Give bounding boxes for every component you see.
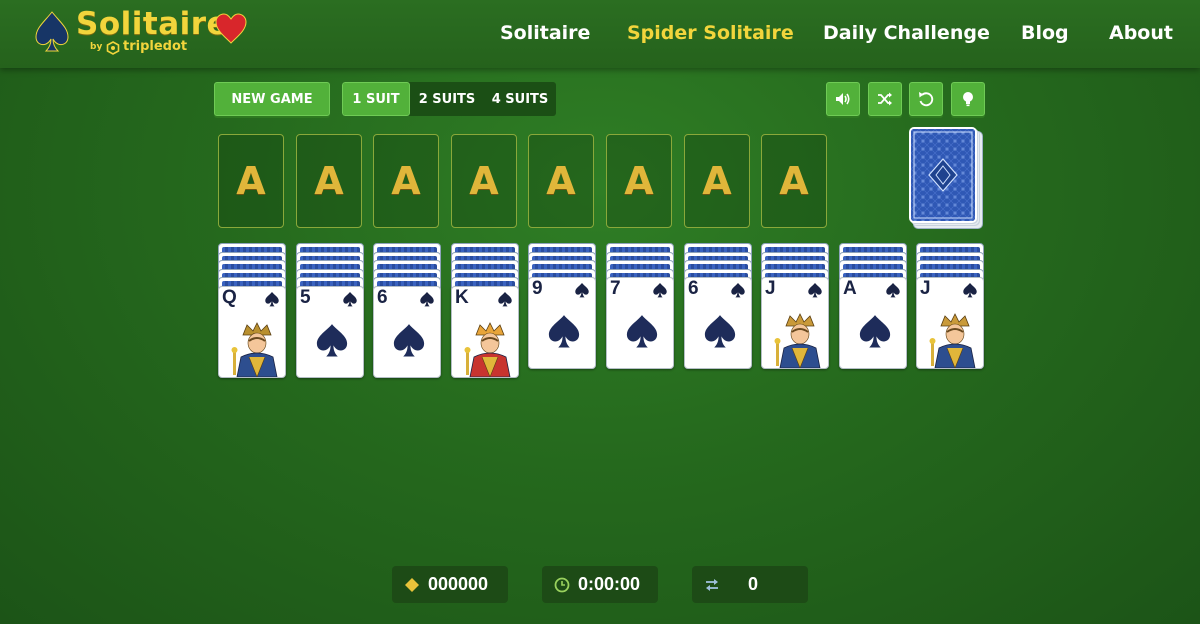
shuffle-button[interactable] [868, 82, 902, 116]
card-rank: 5 [300, 287, 311, 308]
moves-arrows-icon [706, 578, 718, 591]
card-rank: Q [222, 287, 237, 308]
moves-value: 0 [748, 574, 759, 594]
face-up-card[interactable]: 5 [296, 286, 364, 378]
card-rank: 6 [377, 287, 388, 308]
foundation-slot[interactable]: A [451, 134, 517, 228]
face-up-card[interactable]: J [916, 277, 984, 369]
foundation-slot[interactable]: A [528, 134, 594, 228]
hint-button[interactable] [951, 82, 985, 116]
jack-portrait [772, 306, 828, 368]
foundation-label: A [779, 159, 809, 203]
logo-brand: tripledot [123, 39, 188, 54]
foundation-slot[interactable]: A [761, 134, 827, 228]
face-up-card[interactable]: A [839, 277, 907, 369]
spade-pip-icon [704, 315, 736, 348]
one-suit-button[interactable]: 1 SUIT [342, 82, 410, 116]
spade-suit-icon [420, 291, 434, 307]
tripledot-icon [106, 41, 120, 55]
nav-spider-solitaire[interactable]: Spider Solitaire [627, 22, 794, 44]
nav-about[interactable]: About [1109, 22, 1173, 44]
nav-blog[interactable]: Blog [1021, 22, 1069, 44]
spade-suit-icon [886, 282, 900, 298]
foundation-slot[interactable]: A [218, 134, 284, 228]
foundation-slot[interactable]: A [606, 134, 672, 228]
logo[interactable]: Solitaire by tripledot [34, 6, 254, 62]
foundation-label: A [546, 159, 576, 203]
foundation-slot[interactable]: A [373, 134, 439, 228]
foundation-label: A [236, 159, 266, 203]
time-value: 0:00:00 [578, 574, 641, 594]
queen-portrait [229, 315, 285, 377]
logo-title: Solitaire [76, 6, 229, 42]
king-portrait [462, 315, 518, 377]
heart-logo-icon [215, 13, 247, 44]
spade-pip-icon [393, 324, 425, 357]
foundation-label: A [391, 159, 421, 203]
score-value: 000000 [428, 574, 489, 594]
card-rank: 7 [610, 278, 621, 299]
score-display: 000000 [392, 566, 508, 603]
spade-suit-icon [575, 282, 589, 298]
spade-suit-icon [265, 291, 279, 307]
undo-button[interactable] [909, 82, 943, 116]
clock-icon [554, 577, 570, 592]
foundation-label: A [624, 159, 654, 203]
face-up-card[interactable]: 7 [606, 277, 674, 369]
two-suits-button[interactable]: 2 SUITS [410, 82, 484, 116]
spade-suit-icon [653, 282, 667, 298]
diamond-icon [405, 577, 419, 592]
foundation-label: A [469, 159, 499, 203]
face-up-card[interactable]: 6 [373, 286, 441, 378]
card-back-pattern [911, 129, 975, 221]
card-rank: J [920, 278, 931, 299]
spade-pip-icon [626, 315, 658, 348]
nav-solitaire[interactable]: Solitaire [500, 22, 590, 44]
nav-daily-challenge[interactable]: Daily Challenge [823, 22, 990, 44]
face-up-card[interactable]: K [451, 286, 519, 378]
foundation-label: A [314, 159, 344, 203]
logo-by: by [90, 42, 103, 52]
spade-logo-icon [35, 11, 69, 52]
shuffle-icon [878, 92, 892, 106]
spade-suit-icon [808, 282, 822, 298]
face-up-card[interactable]: 6 [684, 277, 752, 369]
undo-icon [919, 92, 934, 107]
spade-pip-icon [316, 324, 348, 357]
foundation-slot[interactable]: A [296, 134, 362, 228]
card-rank: K [455, 287, 469, 308]
card-rank: 6 [688, 278, 699, 299]
spade-suit-icon [731, 282, 745, 298]
suit-selector: 1 SUIT 2 SUITS 4 SUITS [342, 82, 556, 116]
jack-portrait [927, 306, 983, 368]
spade-suit-icon [963, 282, 977, 298]
face-up-card[interactable]: Q [218, 286, 286, 378]
card-rank: J [765, 278, 776, 299]
spade-pip-icon [548, 315, 580, 348]
spade-pip-icon [859, 315, 891, 348]
top-header: Solitaire by tripledot Solitaire Spider … [0, 0, 1200, 68]
spade-suit-icon [343, 291, 357, 307]
card-rank: 9 [532, 278, 543, 299]
sound-button[interactable] [826, 82, 860, 116]
card-rank: A [843, 278, 857, 299]
stock-pile[interactable] [909, 127, 977, 223]
hint-icon [963, 92, 973, 107]
foundation-label: A [702, 159, 732, 203]
four-suits-button[interactable]: 4 SUITS [484, 82, 556, 116]
spade-suit-icon [498, 291, 512, 307]
face-up-card[interactable]: 9 [528, 277, 596, 369]
face-up-card[interactable]: J [761, 277, 829, 369]
timer-display: 0:00:00 [542, 566, 658, 603]
sound-icon [836, 93, 850, 105]
foundation-slot[interactable]: A [684, 134, 750, 228]
moves-display: 0 [692, 566, 808, 603]
new-game-button[interactable]: NEW GAME [214, 82, 330, 116]
